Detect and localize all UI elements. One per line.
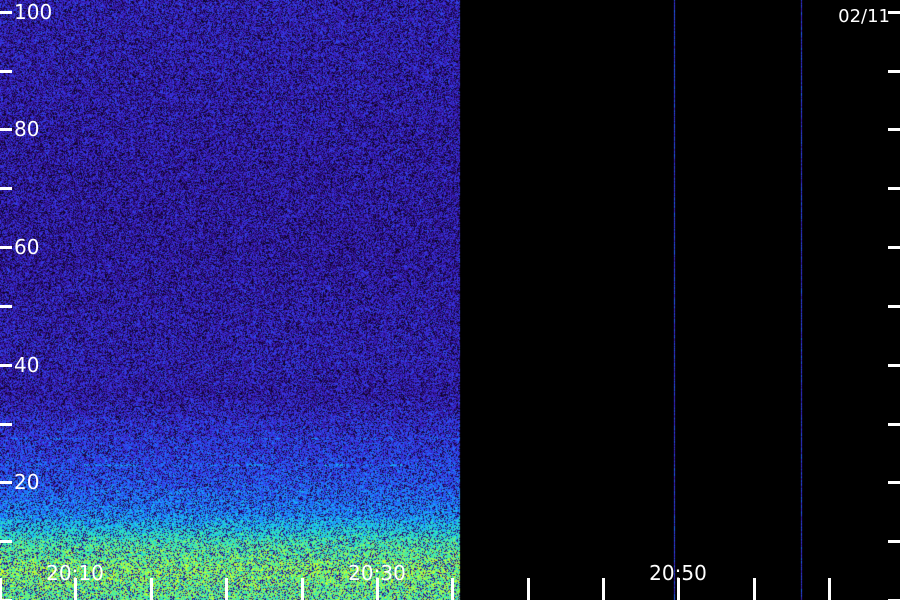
y-axis-left	[0, 11, 12, 600]
y-tick-left	[0, 305, 12, 308]
y-tick-right	[888, 364, 900, 367]
date-label: 02/11	[838, 6, 890, 27]
x-tick-label: 20:10	[46, 561, 104, 585]
y-tick-left	[0, 70, 12, 73]
y-tick-label: 60	[14, 235, 39, 259]
y-tick-left	[0, 364, 12, 367]
x-tick	[602, 578, 605, 600]
y-tick-label: 20	[14, 470, 39, 494]
y-axis-right	[888, 11, 900, 600]
y-tick-label: 80	[14, 117, 39, 141]
y-tick-left	[0, 11, 12, 14]
axes-overlay: 20 40 60 80 100 20:10 20:30 20:50	[0, 0, 900, 600]
y-tick-label: 100	[14, 0, 52, 24]
x-tick	[527, 578, 530, 600]
y-tick-left	[0, 481, 12, 484]
x-tick	[301, 578, 304, 600]
y-tick-right	[888, 70, 900, 73]
y-tick-labels: 20 40 60 80 100	[14, 0, 52, 494]
x-tick	[828, 578, 831, 600]
x-tick	[753, 578, 756, 600]
x-tick-labels: 20:10 20:30 20:50	[46, 561, 707, 585]
y-tick-right	[888, 128, 900, 131]
x-tick	[0, 578, 2, 600]
y-tick-left	[0, 128, 12, 131]
y-tick-right	[888, 246, 900, 249]
y-tick-left	[0, 187, 12, 190]
y-tick-right	[888, 187, 900, 190]
x-tick-label: 20:30	[348, 561, 406, 585]
x-tick	[451, 578, 454, 600]
y-tick-right	[888, 540, 900, 543]
y-tick-left	[0, 540, 12, 543]
y-tick-right	[888, 305, 900, 308]
y-tick-left	[0, 246, 12, 249]
y-tick-label: 40	[14, 353, 39, 377]
y-tick-right	[888, 481, 900, 484]
x-tick-label: 20:50	[649, 561, 707, 585]
x-tick	[150, 578, 153, 600]
y-tick-right	[888, 423, 900, 426]
y-tick-left	[0, 423, 12, 426]
x-tick	[225, 578, 228, 600]
